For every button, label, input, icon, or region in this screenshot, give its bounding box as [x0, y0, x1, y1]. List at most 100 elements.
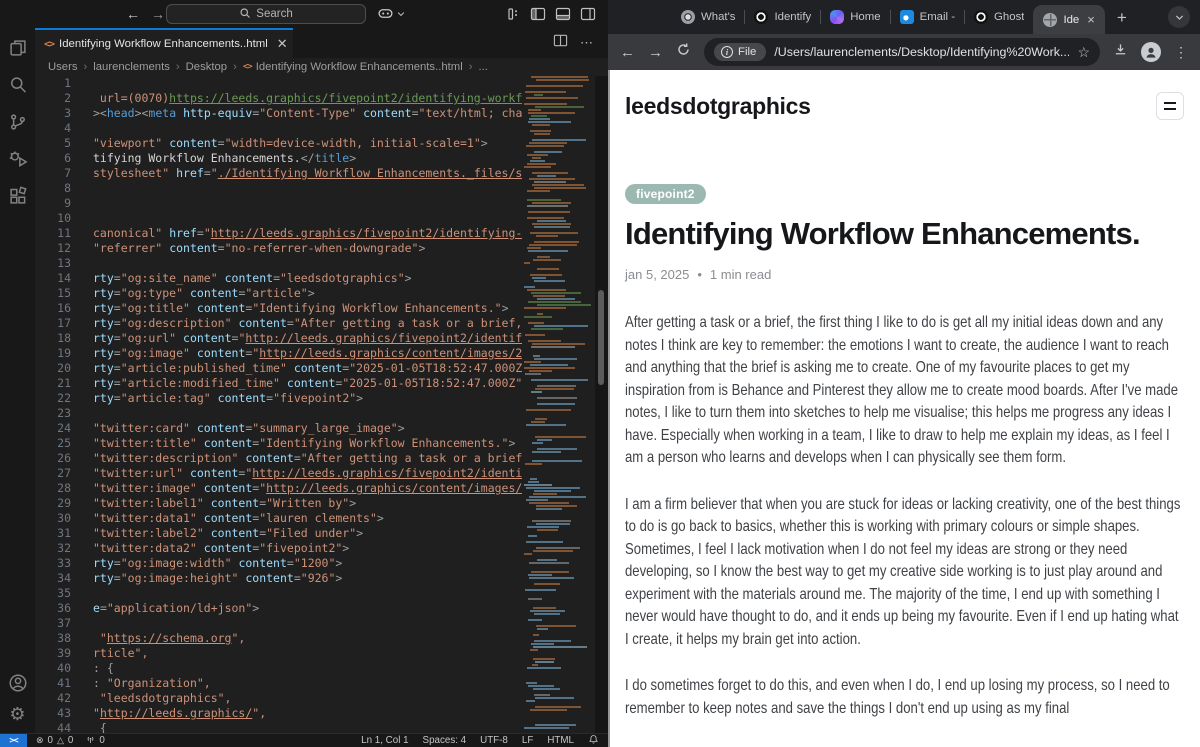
language-mode[interactable]: HTML: [547, 735, 574, 746]
editor-scrollbar[interactable]: [595, 76, 608, 733]
code-line-3: ><head><meta http-equiv="Content-Type" c…: [93, 106, 522, 120]
breadcrumb-item-laurenclements[interactable]: laurenclements: [93, 61, 170, 73]
ports-indicator[interactable]: 0: [85, 734, 105, 747]
code-line-20: rty="article:published_time" content="20…: [93, 361, 522, 375]
encoding[interactable]: UTF-8: [480, 735, 508, 746]
back-icon[interactable]: ←: [620, 45, 635, 60]
line-number: 40: [57, 661, 71, 675]
split-editor-icon[interactable]: [553, 33, 568, 53]
line-number: 33: [57, 556, 71, 570]
tab-label: Ghost: [994, 11, 1025, 23]
code-line-14: rty="og:site_name" content="leedsdotgrap…: [93, 271, 412, 285]
line-number: 15: [57, 286, 71, 300]
settings-icon[interactable]: ⚙: [9, 705, 25, 723]
copilot-icon: [377, 5, 394, 22]
indentation[interactable]: Spaces: 4: [423, 735, 467, 746]
code-line-26: "twitter:description" content="After get…: [93, 451, 522, 465]
browser-tab-home[interactable]: Home: [821, 0, 889, 34]
breadcrumb-item-users[interactable]: Users: [48, 61, 78, 73]
code-line-41: : "Organization",: [93, 676, 211, 690]
post-tag-badge[interactable]: fivepoint2: [625, 184, 706, 204]
notifications-bell-icon[interactable]: [588, 734, 599, 747]
code-line-38: "https://schema.org",: [93, 631, 246, 645]
hamburger-menu-button[interactable]: [1156, 92, 1184, 120]
breadcrumb-separator: ›: [468, 61, 473, 73]
code-line-34: rty="og:image:height" content="926">: [93, 571, 343, 585]
browser-menu-icon[interactable]: ⋮: [1174, 44, 1188, 61]
toggle-primary-sidebar-icon[interactable]: [530, 6, 546, 22]
forward-icon[interactable]: →: [648, 45, 663, 60]
scrollbar-thumb[interactable]: [598, 290, 604, 385]
customize-layout-icon[interactable]: [505, 6, 521, 22]
more-actions-icon[interactable]: ⋯: [580, 35, 594, 51]
site-title[interactable]: leedsdotgraphics: [625, 93, 811, 120]
code-line-17: rty="og:description" content="After gett…: [93, 316, 522, 330]
tab-search-chevron[interactable]: [1168, 6, 1190, 28]
cursor-position[interactable]: Ln 1, Col 1: [361, 735, 408, 746]
toggle-secondary-sidebar-icon[interactable]: [580, 6, 596, 22]
code-editor[interactable]: 1 2 3 4 5 6 7 8 9 10 11 12 13 14 15 16 17 18 19 20 21 22 23 24 2…: [35, 76, 608, 733]
tab-close-icon[interactable]: ✕: [277, 36, 288, 52]
line-number: 43: [57, 706, 71, 720]
bookmark-star-icon[interactable]: ☆: [1077, 44, 1090, 61]
code-line-43: "http://leeds.graphics/",: [93, 706, 267, 720]
history-back-icon[interactable]: ←: [126, 6, 140, 22]
browser-tab-ghost[interactable]: Ghost: [965, 0, 1033, 34]
tab-label: Home: [850, 11, 881, 23]
line-number: 7: [64, 166, 71, 180]
hamburger-icon: [1164, 102, 1176, 104]
code-line-42: "leedsdotgraphics",: [93, 691, 232, 705]
run-and-debug-icon[interactable]: [8, 149, 28, 169]
breadcrumb-separator: ›: [83, 61, 88, 73]
browser-tab-email[interactable]: Email -: [891, 0, 964, 34]
line-number: 1: [64, 76, 71, 90]
breadcrumb-item-identifying-workflow-enhance[interactable]: <> Identifying Workflow Enhancements..htm…: [243, 61, 463, 73]
line-number: 26: [57, 451, 71, 465]
browser-tab-identify[interactable]: Identify: [745, 0, 820, 34]
remote-indicator[interactable]: ><: [0, 734, 27, 747]
file-scheme-chip[interactable]: i File: [714, 43, 767, 61]
source-control-icon[interactable]: [8, 112, 28, 132]
code-line-11: canonical" href="http://leeds.graphics/f…: [93, 226, 522, 240]
address-bar[interactable]: i File /Users/laurenclements/Desktop/Ide…: [704, 38, 1100, 66]
problems-indicator[interactable]: ⊗ 0 △ 0: [36, 735, 73, 746]
browser-tab-ide[interactable]: Ide ×: [1033, 5, 1105, 34]
tab-close-icon[interactable]: ×: [1087, 12, 1095, 27]
new-tab-icon[interactable]: +: [1117, 9, 1127, 26]
explorer-icon[interactable]: [8, 38, 28, 58]
reload-icon[interactable]: [676, 42, 691, 62]
line-number: 25: [57, 436, 71, 450]
command-search-box[interactable]: Search: [166, 4, 366, 24]
browser-toolbar: ← → i File /Users/laurenclements/Desktop…: [608, 34, 1200, 70]
toggle-panel-icon[interactable]: [555, 6, 571, 22]
copilot-button[interactable]: [377, 5, 406, 22]
line-number: 17: [57, 316, 71, 330]
browser-tab-what-s[interactable]: What's: [672, 0, 744, 34]
warnings-icon: △: [57, 735, 64, 745]
account-icon[interactable]: [8, 673, 28, 693]
search-icon: [239, 7, 251, 22]
extensions-icon[interactable]: [8, 186, 28, 206]
code-content[interactable]: url=(0070)https://leeds.graphics/fivepoi…: [93, 76, 522, 733]
line-number: 13: [57, 256, 71, 270]
search-icon[interactable]: [8, 75, 28, 95]
history-forward-icon[interactable]: →: [151, 6, 165, 22]
html-file-icon: <>: [242, 62, 253, 72]
download-icon[interactable]: [1113, 42, 1128, 62]
breadcrumb-item-desktop[interactable]: Desktop: [186, 61, 227, 73]
status-bar: >< ⊗ 0 △ 0 0 Ln 1, Col 1 Spaces: 4 UTF-8…: [0, 733, 608, 747]
breadcrumb-item-[interactable]: ...: [478, 61, 487, 73]
eol-sequence[interactable]: LF: [522, 735, 533, 746]
minimap[interactable]: [522, 76, 595, 733]
url-text[interactable]: /Users/laurenclements/Desktop/Identifyin…: [774, 45, 1069, 59]
code-line-36: e="application/ld+json">: [93, 601, 260, 615]
ghost-favicon: [754, 10, 769, 24]
search-label: Search: [256, 8, 293, 20]
editor-tab-active[interactable]: <> Identifying Workflow Enhancements..ht…: [35, 28, 293, 58]
line-number: 10: [57, 211, 71, 225]
profile-avatar[interactable]: [1141, 42, 1161, 62]
code-line-6: tifying Workflow Enhancements.</title>: [93, 151, 357, 165]
